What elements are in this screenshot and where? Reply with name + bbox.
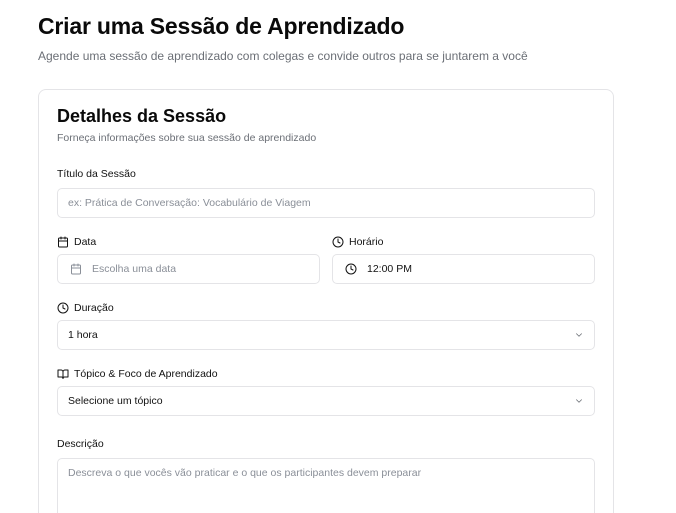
duration-value: 1 hora bbox=[68, 329, 98, 341]
session-title-input[interactable]: ex: Prática de Conversação: Vocabulário … bbox=[57, 188, 595, 218]
page-title: Criar uma Sessão de Aprendizado bbox=[38, 13, 405, 39]
topic-label-text: Tópico & Foco de Aprendizado bbox=[74, 368, 218, 380]
session-details-card: Detalhes da Sessão Forneça informações s… bbox=[38, 89, 614, 513]
page-subtitle: Agende uma sessão de aprendizado com col… bbox=[38, 49, 528, 63]
session-title-placeholder: ex: Prática de Conversação: Vocabulário … bbox=[68, 197, 311, 209]
topic-select[interactable]: Selecione um tópico bbox=[57, 386, 595, 416]
card-title: Detalhes da Sessão bbox=[57, 106, 227, 126]
book-open-icon bbox=[57, 368, 69, 380]
duration-label-text: Duração bbox=[74, 302, 114, 314]
clock-icon bbox=[332, 236, 344, 248]
date-label: Data bbox=[57, 236, 96, 248]
clock-icon bbox=[57, 302, 69, 314]
topic-value: Selecione um tópico bbox=[68, 395, 163, 407]
calendar-icon bbox=[70, 263, 82, 275]
session-title-label: Título da Sessão bbox=[57, 168, 136, 180]
duration-label: Duração bbox=[57, 302, 114, 314]
time-label: Horário bbox=[332, 236, 383, 248]
description-placeholder: Descreva o que vocês vão praticar e o qu… bbox=[68, 467, 422, 479]
time-label-text: Horário bbox=[349, 236, 384, 248]
card-description: Forneça informações sobre sua sessão de … bbox=[57, 132, 317, 144]
topic-label: Tópico & Foco de Aprendizado bbox=[57, 368, 218, 380]
date-picker-button[interactable]: Escolha uma data bbox=[57, 254, 320, 284]
chevron-down-icon bbox=[574, 396, 584, 406]
clock-icon bbox=[345, 263, 357, 275]
chevron-down-icon bbox=[574, 330, 584, 340]
description-label-text: Descrição bbox=[57, 438, 104, 450]
date-label-text: Data bbox=[74, 236, 97, 248]
description-textarea[interactable]: Descreva o que vocês vão praticar e o qu… bbox=[57, 458, 595, 513]
description-label: Descrição bbox=[57, 438, 104, 450]
time-input[interactable]: 12:00 PM bbox=[332, 254, 595, 284]
duration-select[interactable]: 1 hora bbox=[57, 320, 595, 350]
time-value: 12:00 PM bbox=[367, 263, 412, 275]
session-title-label-text: Título da Sessão bbox=[57, 168, 136, 180]
date-placeholder: Escolha uma data bbox=[92, 263, 177, 275]
calendar-icon bbox=[57, 236, 69, 248]
